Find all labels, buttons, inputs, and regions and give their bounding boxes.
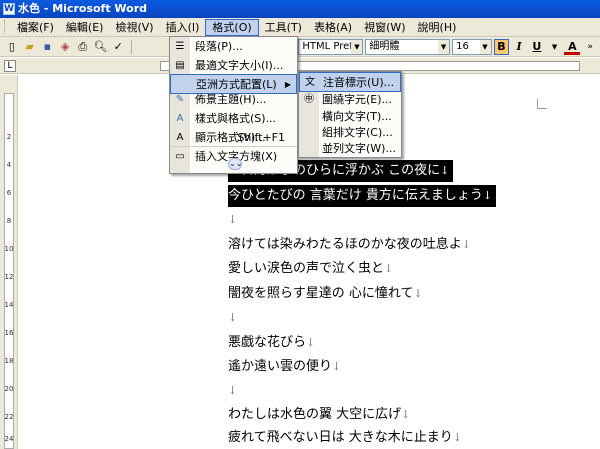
format-menu: ☰ 段落(P)... ▤ 最適文字大小(I)... 亞洲方式配置(L) ▶ ✎ … — [169, 36, 298, 174]
submenu-item-phonetic-guide[interactable]: 文 注音標示(U)... — [299, 72, 401, 92]
open-folder-icon[interactable]: ▰ — [22, 39, 38, 55]
menu-item-fit-text[interactable]: ▤ 最適文字大小(I)... — [170, 56, 297, 76]
vertical-ruler: 2 4 6 8 10 12 14 16 18 20 22 24 — [0, 75, 18, 449]
document-line[interactable]: 今ひとたびの 言葉だけ 貴方に伝えましょう↓ — [228, 185, 497, 207]
word-app-icon[interactable]: W — [3, 3, 15, 15]
reveal-format-icon: A — [176, 132, 184, 143]
menu-item-reveal-formatting[interactable]: A 顯示格式(V)... Shift+F1 — [170, 128, 297, 148]
document-line[interactable]: 疲れて飛べない日は 大きな木に止まり↓ — [228, 427, 462, 449]
menu-item-label: 佈景主題(H)... — [195, 93, 267, 106]
print-icon[interactable]: ⎙ — [75, 39, 91, 55]
underline-button[interactable]: U — [529, 39, 545, 55]
ruler-tick: 10 — [4, 245, 14, 253]
ruler-tick: 14 — [4, 301, 14, 309]
italic-button[interactable]: I — [511, 39, 527, 55]
menu-format[interactable]: 格式(O) — [205, 18, 259, 36]
font-select-value: 細明體 — [369, 40, 400, 52]
ruler-tick: 20 — [4, 385, 14, 393]
vertical-ruler-strip[interactable] — [4, 93, 14, 449]
menu-item-shortcut: Shift+F1 — [237, 131, 285, 144]
paragraph-icon: ☰ — [175, 41, 185, 52]
toolbar-separator — [131, 39, 133, 54]
textbox-icon: ▭ — [175, 151, 185, 162]
document-line[interactable]: 闇夜を照らす星達の 心に憧れて↓ — [228, 283, 423, 305]
font-select[interactable]: 細明體 ▼ — [365, 38, 451, 55]
menu-file[interactable]: 檔案(F) — [11, 19, 60, 36]
chevron-down-icon[interactable]: ▼ — [351, 39, 363, 54]
phonetic-guide-icon: 文 — [305, 77, 315, 88]
bold-button[interactable]: B — [493, 38, 510, 55]
document-line[interactable]: 溶けては染みわたるほのかな夜の吐息よ↓ — [228, 234, 471, 256]
chevron-down-icon[interactable]: ▼ — [479, 39, 491, 54]
document-line[interactable]: ↓ — [228, 307, 237, 329]
submenu-item-label: 注音標示(U)... — [323, 76, 395, 89]
ruler-tick: 4 — [6, 161, 12, 169]
chevron-down-icon[interactable]: ▼ — [547, 39, 563, 55]
menu-bar: 檔案(F) 編輯(E) 檢視(V) 插入(I) 格式(O) 工具(T) 表格(A… — [0, 18, 600, 37]
document-line[interactable]: 悪戯な花びら↓ — [228, 332, 315, 354]
document-line[interactable]: わたしは水色の翼 大空に広げ↓ — [228, 404, 410, 426]
chevron-down-icon[interactable]: ▼ — [438, 39, 450, 54]
menu-table[interactable]: 表格(A) — [308, 19, 358, 36]
document-line[interactable]: 遙か遠い雲の便り↓ — [228, 356, 341, 378]
ruler-tick: 12 — [4, 273, 14, 281]
ruler-tick: 24 — [4, 435, 14, 443]
document-line[interactable]: 愛しい涙色の声で泣く虫と↓ — [228, 258, 393, 280]
menu-item-theme[interactable]: ✎ 佈景主題(H)... — [170, 90, 297, 110]
ruler-tick: 8 — [6, 217, 12, 225]
title-bar: W 水色 - Microsoft Word — [0, 0, 600, 18]
menubar-grip[interactable] — [4, 20, 7, 34]
menu-tools[interactable]: 工具(T) — [259, 19, 308, 36]
toolbar: ▯ ▰ ▪ ◈ ⎙ 🔍︎ ✓ HTML Prefor ▼ 細明體 ▼ 16 ▼ … — [0, 37, 600, 57]
menu-item-paragraph[interactable]: ☰ 段落(P)... — [170, 37, 297, 57]
margin-corner-mark — [537, 99, 547, 109]
menu-item-styles-formatting[interactable]: A 樣式與格式(S)... — [170, 109, 297, 129]
menu-edit[interactable]: 編輯(E) — [60, 19, 110, 36]
menu-view[interactable]: 檢視(V) — [109, 19, 159, 36]
submenu-item-label: 橫向文字(T)... — [322, 110, 392, 123]
size-select[interactable]: 16 ▼ — [452, 38, 492, 55]
submenu-item-two-lines-in-one[interactable]: 並列文字(W)... — [299, 139, 401, 159]
permission-icon[interactable]: ◈ — [57, 39, 73, 55]
toolbar-options-icon[interactable]: » — [582, 39, 598, 55]
size-select-value: 16 — [456, 40, 469, 52]
save-icon[interactable]: ▪ — [39, 39, 55, 55]
spelling-icon[interactable]: ✓ — [110, 39, 126, 55]
tab-selector[interactable]: L — [4, 60, 16, 72]
expand-menu-icon[interactable]: ⌄⌄ — [228, 158, 242, 170]
menu-help[interactable]: 說明(H) — [412, 19, 463, 36]
styles-icon: A — [176, 113, 184, 124]
asian-layout-submenu: 文 注音標示(U)... ㊥ 圍繞字元(E)... 橫向文字(T)... 組排文… — [298, 71, 402, 158]
submenu-item-label: 並列文字(W)... — [322, 142, 396, 155]
window-title: 水色 - Microsoft Word — [18, 2, 148, 15]
menu-item-label: 最適文字大小(I)... — [195, 59, 284, 72]
style-select[interactable]: HTML Prefor ▼ — [298, 38, 364, 55]
submenu-item-label: 圍繞字元(E)... — [322, 93, 393, 106]
print-preview-icon[interactable]: 🔍︎ — [93, 39, 109, 55]
ruler-tick: 2 — [6, 133, 12, 141]
fit-text-icon: ▤ — [175, 60, 185, 71]
theme-icon: ✎ — [175, 94, 185, 105]
document-line[interactable]: ↓ — [228, 380, 237, 402]
submenu-item-label: 組排文字(C)... — [322, 126, 393, 139]
enclose-char-icon: ㊥ — [304, 94, 314, 105]
new-document-icon[interactable]: ▯ — [4, 39, 20, 55]
ruler-tick: 18 — [4, 357, 14, 365]
menu-window[interactable]: 視窗(W) — [358, 19, 411, 36]
document-line[interactable]: ↓ — [228, 209, 237, 231]
menu-item-label: 段落(P)... — [195, 40, 243, 53]
ruler-tick: 16 — [4, 329, 14, 337]
ruler-tick: 22 — [4, 413, 14, 421]
menu-insert[interactable]: 插入(I) — [160, 19, 206, 36]
font-color-button[interactable]: A — [564, 39, 581, 55]
menu-item-label: 樣式與格式(S)... — [195, 112, 277, 125]
ruler-tick: 6 — [6, 189, 12, 197]
